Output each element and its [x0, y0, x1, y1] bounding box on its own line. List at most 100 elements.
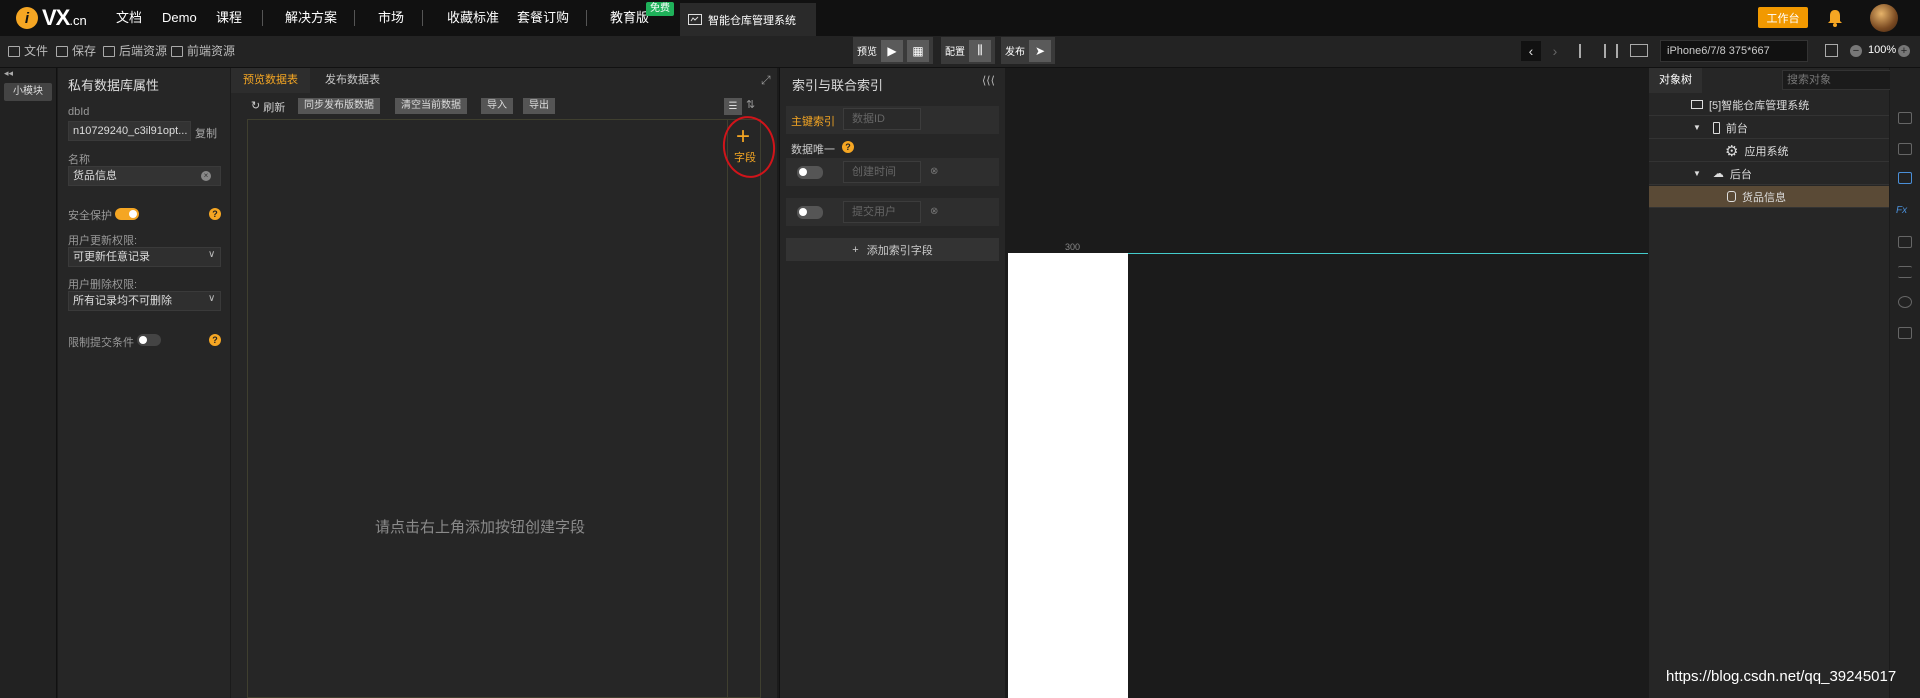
- nav-divider: [422, 10, 423, 26]
- zoom-in-icon[interactable]: +: [1898, 45, 1910, 57]
- module-tag[interactable]: 小模块: [4, 83, 52, 101]
- clear-data-button[interactable]: 清空当前数据: [395, 98, 467, 114]
- bell-icon[interactable]: [1826, 8, 1844, 28]
- tab-object-tree[interactable]: 对象树: [1649, 68, 1702, 93]
- file-icon[interactable]: [1898, 236, 1912, 248]
- send-icon[interactable]: ➤: [1029, 39, 1051, 62]
- index-field-2[interactable]: 提交用户: [843, 201, 921, 223]
- update-permission-value: 可更新任意记录: [73, 251, 150, 263]
- dbid-field[interactable]: n10729240_c3il91opt...: [68, 121, 191, 141]
- list-icon[interactable]: [1898, 266, 1912, 278]
- tab-publish-table[interactable]: 发布数据表: [313, 68, 392, 93]
- file-menu[interactable]: 文件: [8, 36, 48, 66]
- sync-publish-data-button[interactable]: 同步发布版数据: [298, 98, 380, 114]
- nav-divider: [586, 10, 587, 26]
- refresh-button[interactable]: ↻ 刷新: [251, 99, 285, 115]
- help-icon[interactable]: ?: [842, 141, 854, 153]
- app-icon: [1691, 100, 1703, 109]
- sliders-icon[interactable]: ⫼: [969, 39, 991, 62]
- layers-icon[interactable]: [1898, 143, 1912, 155]
- tree-node-label: [5]智能仓库管理系统: [1709, 99, 1810, 112]
- caret-down-icon: ▼: [1693, 169, 1701, 178]
- function-icon[interactable]: Fx: [1896, 205, 1907, 216]
- sort-icon[interactable]: ☰: [724, 98, 742, 115]
- tree-node-backend[interactable]: ▼ ☁ 后台: [1649, 163, 1889, 185]
- tab-preview-table[interactable]: 预览数据表: [231, 68, 310, 93]
- collapse-icon[interactable]: ⟨⟨⟨: [982, 74, 995, 87]
- back-arrow-icon[interactable]: ‹: [1521, 41, 1541, 61]
- expand-icon[interactable]: ⤢: [761, 73, 771, 88]
- add-field-column[interactable]: [727, 119, 761, 698]
- api-icon[interactable]: [1898, 327, 1912, 339]
- forward-arrow-icon[interactable]: ›: [1545, 41, 1565, 61]
- help-icon[interactable]: ?: [209, 334, 221, 346]
- nav-docs[interactable]: 文档: [116, 0, 142, 36]
- tree-node-label: 应用系统: [1744, 145, 1789, 158]
- copy-button[interactable]: 复制: [195, 125, 217, 141]
- dbid-label: dbId: [68, 106, 90, 118]
- align-center-icon[interactable]: [1604, 44, 1618, 58]
- index-field-1[interactable]: 创建时间: [843, 161, 921, 183]
- refresh-label: 刷新: [263, 102, 286, 114]
- add-index-field-button[interactable]: + 添加索引字段: [786, 238, 999, 261]
- logo-suffix: .cn: [69, 13, 87, 28]
- delete-permission-select[interactable]: 所有记录均不可删除: [68, 291, 221, 311]
- nav-solutions[interactable]: 解决方案: [285, 0, 337, 36]
- nav-plans[interactable]: 套餐订购: [517, 0, 569, 36]
- sort-arrows-icon[interactable]: ⇅: [746, 98, 755, 111]
- backend-resources-button[interactable]: 后端资源: [103, 36, 167, 66]
- nav-courses[interactable]: 课程: [216, 0, 242, 36]
- limit-submit-toggle[interactable]: [137, 334, 161, 346]
- export-button[interactable]: 导出: [523, 98, 555, 114]
- nav-divider: [354, 10, 355, 26]
- tree-node-app[interactable]: [5]智能仓库管理系统: [1649, 94, 1889, 116]
- align-left-icon[interactable]: [1579, 44, 1593, 58]
- device-preview[interactable]: [1008, 253, 1128, 698]
- vx-logo[interactable]: i VX.cn: [16, 5, 87, 30]
- nav-education[interactable]: 教育版: [610, 0, 649, 36]
- tree-node-label: 后台: [1729, 168, 1752, 181]
- search-input[interactable]: 搜索对象: [1782, 70, 1894, 90]
- primary-index-label: 主键索引: [791, 116, 835, 128]
- qrcode-icon[interactable]: ▦: [907, 39, 929, 62]
- tree-node-frontend[interactable]: ▼ 前台: [1649, 117, 1889, 139]
- update-permission-select[interactable]: 可更新任意记录: [68, 247, 221, 267]
- gear-icon: ⚙: [1725, 142, 1739, 160]
- frontend-resources-button[interactable]: 前端资源: [171, 36, 235, 66]
- security-toggle[interactable]: [115, 208, 139, 220]
- name-field[interactable]: 货品信息: [68, 166, 221, 186]
- collapse-arrows-icon[interactable]: ◂◂: [4, 68, 13, 79]
- avatar[interactable]: [1870, 4, 1898, 32]
- play-icon[interactable]: ▶: [881, 39, 903, 62]
- tree-node-label: 前台: [1725, 122, 1748, 135]
- database-icon[interactable]: [1898, 172, 1912, 184]
- clear-icon[interactable]: ×: [201, 171, 211, 181]
- desktop-icon[interactable]: [1630, 44, 1648, 57]
- remove-icon[interactable]: ⊗: [930, 166, 938, 177]
- zoom-out-icon[interactable]: −: [1850, 45, 1862, 57]
- remove-icon[interactable]: ⊗: [930, 206, 938, 217]
- ruler: 300: [1008, 242, 1128, 253]
- component-icon[interactable]: [1898, 112, 1912, 124]
- unique-toggle[interactable]: [797, 166, 823, 179]
- help-icon[interactable]: ?: [209, 208, 221, 220]
- import-button[interactable]: 导入: [481, 98, 513, 114]
- add-index-label: 添加索引字段: [866, 244, 933, 257]
- device-select[interactable]: iPhone6/7/8 375*667: [1660, 40, 1808, 62]
- unique-toggle[interactable]: [797, 206, 823, 219]
- nav-favorites[interactable]: 收藏标准: [447, 0, 499, 36]
- tree-node-app-system[interactable]: ⚙ 应用系统: [1649, 140, 1889, 162]
- app-tab[interactable]: 智能仓库管理系统: [680, 3, 816, 36]
- fit-screen-icon[interactable]: [1825, 44, 1838, 57]
- limit-submit-label: 限制提交条件: [68, 337, 134, 349]
- primary-field[interactable]: 数据ID: [843, 108, 921, 130]
- ruler-label: 300: [1065, 242, 1081, 252]
- tree-node-goods-info[interactable]: 货品信息: [1649, 186, 1889, 208]
- nav-market[interactable]: 市场: [378, 0, 404, 36]
- folder-icon: [8, 45, 20, 57]
- workbench-button[interactable]: 工作台: [1758, 7, 1808, 28]
- grid-icon: [103, 45, 115, 57]
- settings-icon[interactable]: [1898, 296, 1912, 308]
- save-button[interactable]: 保存: [56, 36, 96, 66]
- nav-demo[interactable]: Demo: [162, 0, 197, 36]
